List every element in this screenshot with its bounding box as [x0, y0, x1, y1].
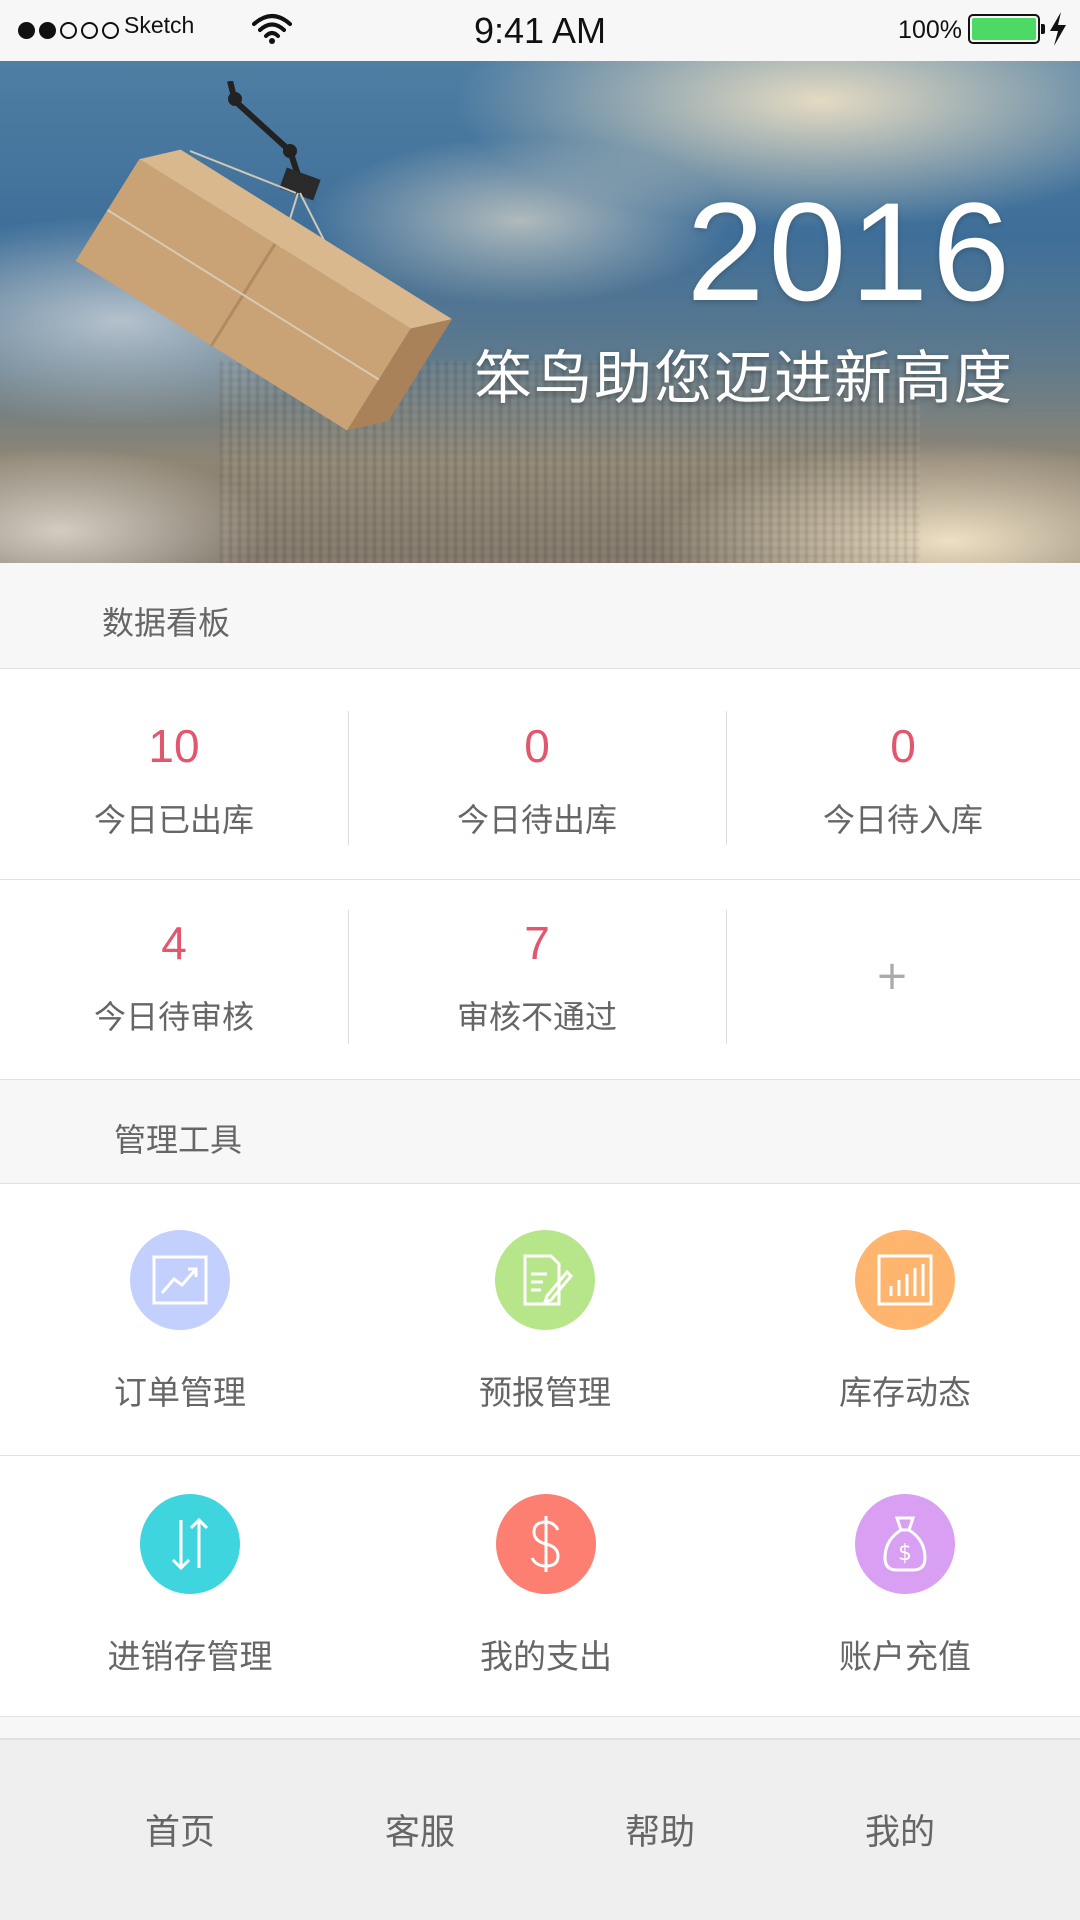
stat-label: 今日已出库 [93, 801, 254, 839]
hero-banner[interactable]: 2016 笨鸟助您迈进新高度 [0, 61, 1080, 563]
tool-label: 进销存管理 [107, 1637, 273, 1676]
cardboard-box-drone-illustration [75, 81, 453, 431]
status-bar: Sketch 9:41 AM 100% [0, 0, 1080, 61]
stat-shipped-today[interactable]: 10 今日已出库 [0, 669, 348, 879]
stat-value: 0 [890, 720, 916, 772]
stat-value: 0 [524, 720, 550, 772]
tab-home[interactable]: 首页 [100, 1804, 260, 1855]
tool-label: 订单管理 [114, 1373, 246, 1412]
tool-label: 预报管理 [479, 1373, 611, 1412]
tab-help[interactable]: 帮助 [580, 1804, 740, 1855]
tab-customer-service[interactable]: 客服 [340, 1804, 500, 1855]
tool-my-expenses[interactable]: 我的支出 [426, 1456, 666, 1716]
tool-inventory-status[interactable]: 库存动态 [785, 1184, 1025, 1455]
stat-value: 10 [148, 720, 200, 772]
charging-bolt-icon [1050, 12, 1066, 46]
stat-pending-outbound[interactable]: 0 今日待出库 [348, 669, 726, 879]
stat-label: 今日待出库 [456, 801, 617, 839]
trend-chart-icon [130, 1230, 230, 1330]
tool-label: 账户充值 [839, 1637, 971, 1676]
bottom-tab-bar: 首页 客服 帮助 我的 [0, 1738, 1080, 1920]
bar-chart-icon [855, 1230, 955, 1330]
tool-account-recharge[interactable]: $ 账户充值 [785, 1456, 1025, 1716]
tool-label: 我的支出 [480, 1637, 612, 1676]
stat-label: 今日待入库 [822, 801, 983, 839]
stat-pending-review[interactable]: 4 今日待审核 [0, 880, 348, 1079]
banner-slogan: 笨鸟助您迈进新高度 [473, 344, 1014, 412]
stat-pending-inbound[interactable]: 0 今日待入库 [726, 669, 1080, 879]
battery-icon [968, 14, 1045, 44]
tool-label: 库存动态 [839, 1373, 971, 1412]
stat-value: 7 [524, 917, 550, 969]
stat-label: 审核不通过 [456, 998, 617, 1036]
svg-text:$: $ [898, 1541, 912, 1566]
document-edit-icon [495, 1230, 595, 1330]
tools-row-1: 订单管理 预报管理 库存动态 [0, 1183, 1080, 1456]
stat-value: 4 [161, 917, 187, 969]
dollar-icon [496, 1494, 596, 1594]
data-board-title: 数据看板 [102, 604, 231, 642]
tool-purchase-sales-inventory[interactable]: 进销存管理 [70, 1456, 310, 1716]
data-board-row-2: 4 今日待审核 7 审核不通过 + [0, 879, 1080, 1080]
up-down-arrows-icon [140, 1494, 240, 1594]
tool-forecast-management[interactable]: 预报管理 [425, 1184, 665, 1455]
tool-order-management[interactable]: 订单管理 [60, 1184, 300, 1455]
divider [726, 910, 727, 1044]
battery-percentage: 100% [898, 16, 962, 44]
banner-year: 2016 [686, 173, 1014, 330]
tools-title: 管理工具 [114, 1121, 243, 1159]
add-stat-button[interactable]: + [852, 946, 932, 1006]
stat-label: 今日待审核 [93, 998, 254, 1036]
stat-review-rejected[interactable]: 7 审核不通过 [348, 880, 726, 1079]
money-bag-icon: $ [855, 1494, 955, 1594]
tab-mine[interactable]: 我的 [820, 1804, 980, 1855]
data-board-row-1: 10 今日已出库 0 今日待出库 0 今日待入库 [0, 668, 1080, 880]
tools-row-2: 进销存管理 我的支出 $ 账户充值 [0, 1455, 1080, 1717]
